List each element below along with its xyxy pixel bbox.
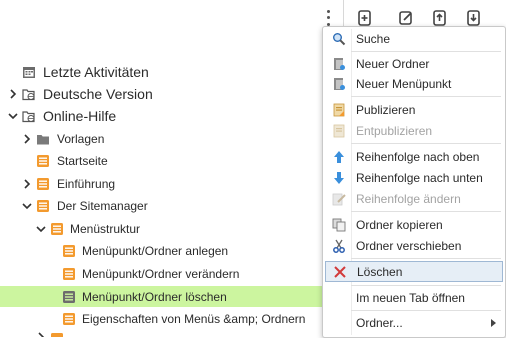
tree-item-label: Der Sitemanager	[57, 199, 148, 213]
chevron-down-icon[interactable]	[22, 201, 32, 211]
menu-item-neuer-ordner[interactable]: Neuer Ordner	[323, 54, 505, 74]
menu-item-reihenfolge-unten[interactable]: Reihenfolge nach unten	[323, 168, 505, 188]
menu-item-label: Löschen	[357, 265, 403, 279]
upload-page-icon[interactable]	[431, 9, 449, 27]
tree-item-label: Letzte Aktivitäten	[43, 64, 149, 80]
edit-page-icon[interactable]	[397, 9, 415, 27]
tree-item-label: Eigenschaften von Menüs &amp; Ordnern	[82, 312, 306, 326]
menu-item-neuer-menuepunkt[interactable]: Neuer Menüpunkt	[323, 74, 505, 94]
submenu-arrow-icon	[491, 319, 496, 327]
download-page-icon[interactable]	[465, 9, 483, 27]
page-icon	[51, 223, 63, 235]
menu-separator	[351, 51, 501, 52]
chevron-right-icon[interactable]	[36, 332, 46, 337]
menu-item-entpublizieren[interactable]: Entpublizieren	[323, 121, 505, 141]
page-icon	[51, 333, 63, 337]
add-page-icon[interactable]	[356, 9, 374, 27]
menu-item-suche[interactable]: Suche	[323, 29, 505, 49]
chevron-down-icon[interactable]	[36, 224, 46, 234]
arrow-up-icon	[334, 151, 344, 163]
menu-item-publizieren[interactable]: Publizieren	[323, 100, 505, 120]
page-icon	[37, 155, 49, 167]
menu-item-reihenfolge-aendern[interactable]: Reihenfolge ändern	[323, 189, 505, 209]
folder-icon	[37, 135, 49, 145]
delete-icon	[334, 266, 346, 278]
menu-item-label: Entpublizieren	[356, 124, 433, 138]
menu-item-neuer-tab[interactable]: Im neuen Tab öffnen	[323, 288, 505, 308]
page-icon	[37, 178, 49, 190]
menu-item-label: Ordner verschieben	[356, 239, 462, 253]
publish-icon	[333, 103, 345, 117]
unpublish-icon	[333, 124, 345, 138]
menu-item-ordner-verschieben[interactable]: Ordner verschieben	[323, 236, 505, 256]
chevron-down-icon[interactable]	[8, 111, 18, 121]
globe-folder-icon	[22, 89, 35, 101]
new-folder-icon	[334, 58, 345, 70]
page-icon	[63, 291, 75, 303]
menu-item-loeschen[interactable]: Löschen	[325, 261, 503, 282]
tree-item-label: Menüpunkt/Ordner verändern	[82, 267, 240, 281]
menu-separator	[351, 96, 501, 97]
tree-item-label: Startseite	[57, 154, 108, 168]
menu-separator	[351, 310, 501, 311]
arrow-down-icon	[334, 172, 344, 184]
menu-item-ordner-submenu[interactable]: Ordner...	[323, 313, 505, 333]
new-menu-item-icon	[334, 78, 345, 90]
menu-separator	[351, 258, 501, 259]
tree-item-label: Vorlagen	[57, 132, 105, 146]
menu-item-reihenfolge-oben[interactable]: Reihenfolge nach oben	[323, 147, 505, 167]
search-icon	[333, 33, 346, 46]
menu-item-label: Ordner...	[356, 316, 403, 330]
globe-folder-icon	[22, 111, 35, 123]
page-icon	[63, 313, 75, 325]
reorder-icon	[332, 193, 346, 206]
menu-item-label: Suche	[356, 32, 391, 46]
menu-item-label: Ordner kopieren	[356, 218, 443, 232]
menu-item-label: Reihenfolge ändern	[356, 192, 461, 206]
page-icon	[63, 245, 75, 257]
menu-separator	[351, 285, 501, 286]
menu-item-label: Neuer Ordner	[356, 57, 430, 71]
menu-item-label: Neuer Menüpunkt	[356, 77, 452, 91]
cut-icon	[333, 239, 345, 253]
calendar-icon	[23, 67, 35, 78]
page-icon	[37, 200, 49, 212]
menu-item-label: Reihenfolge nach oben	[356, 150, 480, 164]
tree-item-label: Deutsche Version	[43, 86, 153, 102]
chevron-right-icon[interactable]	[22, 134, 32, 144]
menu-item-ordner-kopieren[interactable]: Ordner kopieren	[323, 215, 505, 235]
tree-item-label: Menüpunkt/Ordner anlegen	[82, 244, 229, 258]
chevron-right-icon[interactable]	[22, 179, 32, 189]
more-vertical-icon[interactable]	[322, 8, 334, 28]
tree-item-label: Einführung	[57, 177, 116, 191]
context-menu: Suche Neuer Ordner Neuer Menüpunkt Publi…	[322, 26, 506, 338]
menu-separator	[351, 211, 501, 212]
page-icon	[63, 268, 75, 280]
tree-item-label: Online-Hilfe	[43, 108, 117, 124]
menu-item-label: Im neuen Tab öffnen	[356, 291, 465, 305]
menu-separator	[351, 143, 501, 144]
tree-item-label: Menüpunkt/Ordner löschen	[82, 290, 227, 304]
copy-icon	[332, 218, 346, 232]
tree-item-label: Menüstruktur	[70, 222, 141, 236]
chevron-right-icon[interactable]	[8, 89, 18, 99]
menu-item-label: Publizieren	[356, 103, 416, 117]
menu-item-label: Reihenfolge nach unten	[356, 171, 483, 185]
